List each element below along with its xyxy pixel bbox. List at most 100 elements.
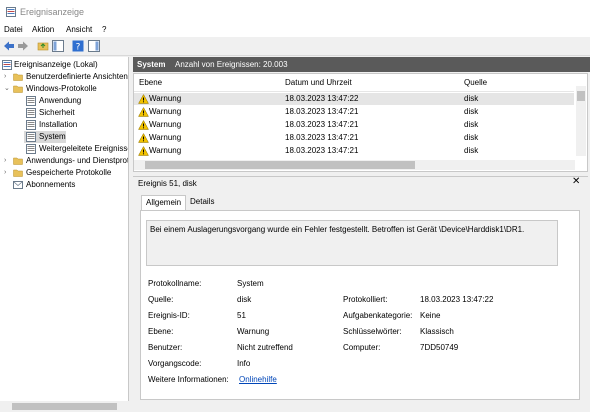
warning-icon xyxy=(138,94,149,104)
warning-icon xyxy=(138,107,149,117)
tree-item-security[interactable]: Sicherheit xyxy=(0,107,128,119)
prop-label-source: Quelle: xyxy=(148,295,174,304)
console-tree-icon[interactable] xyxy=(52,40,64,52)
forward-arrow-icon[interactable] xyxy=(17,40,29,52)
cell-source: disk xyxy=(464,146,479,155)
prop-label-logged: Protokolliert: xyxy=(343,295,388,304)
online-help-link[interactable]: Onlinehilfe xyxy=(239,375,277,384)
chevron-down-icon[interactable]: ⌄ xyxy=(4,83,10,95)
window-title: Ereignisanzeige xyxy=(20,7,85,17)
log-icon xyxy=(26,96,36,106)
tree-item-event-viewer-local[interactable]: Ereignisanzeige (Lokal) xyxy=(0,59,128,71)
tree-item-label: Anwendungs- und Dienstprotokolle xyxy=(26,156,129,165)
console-tree: Ereignisanzeige (Lokal) › Benutzerdefini… xyxy=(0,57,129,412)
event-detail-title: Ereignis 51, disk xyxy=(138,179,197,188)
event-viewer-icon xyxy=(6,7,16,17)
menu-ansicht[interactable]: Ansicht xyxy=(66,25,92,34)
tree-item-label: Gespeicherte Protokolle xyxy=(26,168,112,177)
cell-datetime: 18.03.2023 13:47:21 xyxy=(285,120,359,129)
prop-value-level: Warnung xyxy=(237,327,270,336)
tree-item-forwarded-events[interactable]: Weitergeleitete Ereignisse xyxy=(0,143,129,155)
cell-level: Warnung xyxy=(149,146,182,155)
header-divider xyxy=(134,91,574,92)
column-header-level[interactable]: Ebene xyxy=(139,78,162,87)
log-header-bar: System Anzahl von Ereignissen: 20.003 xyxy=(133,57,590,72)
prop-value-keywords: Klassisch xyxy=(420,327,454,336)
cell-level: Warnung xyxy=(149,120,182,129)
tree-item-label: Weitergeleitete Ereignisse xyxy=(39,144,129,153)
log-icon xyxy=(26,120,36,130)
prop-label-more-info: Weitere Informationen: xyxy=(148,375,229,384)
title-bar xyxy=(0,0,590,24)
chevron-right-icon[interactable]: › xyxy=(4,155,6,167)
tree-item-app-service-logs[interactable]: › Anwendungs- und Dienstprotokolle xyxy=(0,155,129,167)
event-viewer-icon xyxy=(2,60,12,70)
tree-item-subscriptions[interactable]: Abonnements xyxy=(0,179,128,191)
close-icon[interactable]: ✕ xyxy=(572,176,580,187)
tree-item-label: Abonnements xyxy=(26,180,76,189)
cell-datetime: 18.03.2023 13:47:21 xyxy=(285,146,359,155)
tree-item-label: Benutzerdefinierte Ansichten xyxy=(26,72,128,81)
detail-footer xyxy=(133,401,590,412)
tree-scrollbar-thumb[interactable] xyxy=(12,403,117,410)
tree-item-installation[interactable]: Installation xyxy=(0,119,128,131)
menu-datei[interactable]: Datei xyxy=(4,25,23,34)
prop-value-source: disk xyxy=(237,295,252,304)
table-row[interactable]: Warnung 18.03.2023 13:47:21 disk xyxy=(134,119,574,131)
cell-datetime: 18.03.2023 13:47:21 xyxy=(285,133,359,142)
folder-icon xyxy=(13,157,23,165)
cell-source: disk xyxy=(464,120,479,129)
tree-item-windows-logs[interactable]: ⌄ Windows-Protokolle xyxy=(0,83,128,95)
action-pane-icon[interactable] xyxy=(88,40,100,52)
svg-text:?: ? xyxy=(76,43,81,53)
event-description: Bei einem Auslagerungsvorgang wurde ein … xyxy=(150,225,525,234)
cell-datetime: 18.03.2023 13:47:21 xyxy=(285,107,359,116)
tree-item-label: Anwendung xyxy=(39,96,82,105)
log-icon xyxy=(26,108,36,118)
event-count: Anzahl von Ereignissen: 20.003 xyxy=(175,60,288,69)
cell-datetime: 18.03.2023 13:47:22 xyxy=(285,94,359,103)
column-header-datetime[interactable]: Datum und Uhrzeit xyxy=(285,78,352,87)
tree-item-system[interactable]: System xyxy=(24,131,66,143)
chevron-right-icon[interactable]: › xyxy=(4,167,6,179)
back-arrow-icon[interactable] xyxy=(3,40,15,52)
tab-general[interactable]: Allgemein xyxy=(141,195,187,210)
tree-item-label: System xyxy=(39,132,66,141)
chevron-right-icon[interactable]: › xyxy=(4,71,6,83)
table-row[interactable]: Warnung 18.03.2023 13:47:22 disk xyxy=(134,93,574,105)
prop-label-event-id: Ereignis-ID: xyxy=(148,311,190,320)
tree-item-custom-views[interactable]: › Benutzerdefinierte Ansichten xyxy=(0,71,128,83)
tab-details[interactable]: Details xyxy=(186,195,218,210)
menu-bar: Datei Aktion Ansicht ? xyxy=(0,24,590,37)
cell-source: disk xyxy=(464,133,479,142)
menu-aktion[interactable]: Aktion xyxy=(32,25,54,34)
tree-item-label: Ereignisanzeige (Lokal) xyxy=(14,60,98,69)
tree-item-label: Installation xyxy=(39,120,78,129)
prop-value-event-id: 51 xyxy=(237,311,246,320)
table-row[interactable]: Warnung 18.03.2023 13:47:21 disk xyxy=(134,145,574,157)
warning-icon xyxy=(138,146,149,156)
table-row[interactable]: Warnung 18.03.2023 13:47:21 disk xyxy=(134,132,574,144)
menu-help[interactable]: ? xyxy=(102,25,106,34)
list-hscrollbar-thumb[interactable] xyxy=(145,161,415,169)
folder-icon xyxy=(13,85,23,93)
list-scrollbar-thumb[interactable] xyxy=(577,91,585,101)
prop-value-task-category: Keine xyxy=(420,311,441,320)
log-icon xyxy=(26,132,36,142)
log-name: System xyxy=(137,60,166,69)
prop-label-user: Benutzer: xyxy=(148,343,183,352)
cell-level: Warnung xyxy=(149,94,182,103)
log-icon xyxy=(26,144,36,154)
prop-value-log-name: System xyxy=(237,279,264,288)
help-icon[interactable]: ? xyxy=(72,40,84,52)
prop-value-opcode: Info xyxy=(237,359,251,368)
toolbar: ? xyxy=(0,37,590,56)
folder-icon xyxy=(13,169,23,177)
table-row[interactable]: Warnung 18.03.2023 13:47:21 disk xyxy=(134,106,574,118)
tree-item-application[interactable]: Anwendung xyxy=(0,95,128,107)
folder-up-icon[interactable] xyxy=(37,40,49,52)
cell-level: Warnung xyxy=(149,107,182,116)
tree-item-saved-logs[interactable]: › Gespeicherte Protokolle xyxy=(0,167,128,179)
subscription-icon xyxy=(13,181,23,189)
column-header-source[interactable]: Quelle xyxy=(464,78,487,87)
